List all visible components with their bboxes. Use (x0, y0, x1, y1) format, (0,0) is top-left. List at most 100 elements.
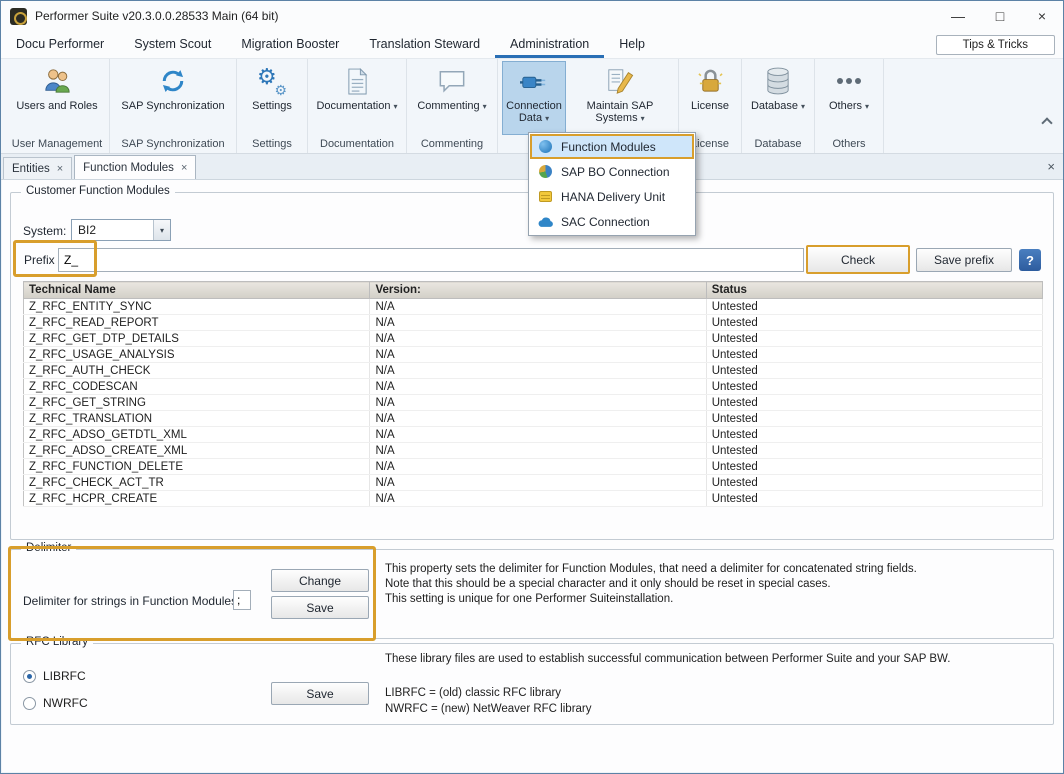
close-button[interactable]: × (1021, 1, 1063, 31)
comment-bubble-icon (438, 65, 466, 97)
cloud-icon (537, 214, 553, 230)
menu-item-label: SAC Connection (561, 215, 650, 229)
documentation-button[interactable]: Documentation (312, 61, 402, 135)
ribbon-group-label: Database (746, 135, 810, 153)
tab-function-modules[interactable]: Function Modules × (74, 155, 196, 179)
ribbon-group-documentation: Documentation Documentation (308, 59, 407, 153)
settings-button[interactable]: ⚙⚙ Settings (241, 61, 303, 135)
sap-synchronization-button[interactable]: SAP Synchronization (114, 61, 232, 135)
table-cell-technical-name: Z_RFC_CODESCAN (24, 379, 370, 395)
users-icon (42, 65, 72, 97)
change-delimiter-button[interactable]: Change (271, 569, 369, 592)
close-tab-strip-icon[interactable]: × (1047, 159, 1055, 174)
menu-item-hana-delivery-unit[interactable]: HANA Delivery Unit (530, 184, 694, 209)
ribbon-group-label: Others (819, 135, 879, 153)
description-line: This property sets the delimiter for Fun… (385, 562, 917, 577)
ribbon-group-label: Commenting (411, 135, 493, 153)
column-technical-name[interactable]: Technical Name (24, 282, 370, 299)
table-row[interactable]: Z_RFC_FUNCTION_DELETEN/AUntested (24, 459, 1043, 475)
license-button[interactable]: License (683, 61, 737, 135)
delimiter-group: Delimiter Delimiter for strings in Funct… (10, 549, 1054, 639)
nwrfc-radio[interactable]: NWRFC (23, 696, 88, 710)
table-cell-technical-name: Z_RFC_HCPR_CREATE (24, 491, 370, 507)
save-prefix-button[interactable]: Save prefix (916, 248, 1012, 272)
tab-close-icon[interactable]: × (57, 164, 63, 174)
ribbon-item-label: Commenting (417, 100, 486, 113)
function-modules-page: Customer Function Modules System: BI2 ▾ … (2, 180, 1064, 772)
maintain-sap-systems-button[interactable]: Maintain SAP Systems (566, 61, 674, 135)
menu-item-sac-connection[interactable]: SAC Connection (530, 209, 694, 234)
group-title: Delimiter (21, 542, 76, 554)
table-row[interactable]: Z_RFC_GET_DTP_DETAILSN/AUntested (24, 331, 1043, 347)
table-row[interactable]: Z_RFC_ENTITY_SYNCN/AUntested (24, 299, 1043, 315)
menu-tab-help[interactable]: Help (604, 32, 660, 58)
commenting-button[interactable]: Commenting (411, 61, 493, 135)
ribbon-item-label: License (691, 100, 729, 112)
tab-close-icon[interactable]: × (181, 163, 187, 173)
menu-tab-docu-performer[interactable]: Docu Performer (1, 32, 119, 58)
column-status[interactable]: Status (706, 282, 1042, 299)
hana-delivery-unit-icon (537, 189, 553, 205)
table-row[interactable]: Z_RFC_AUTH_CHECKN/AUntested (24, 363, 1043, 379)
table-cell-technical-name: Z_RFC_ENTITY_SYNC (24, 299, 370, 315)
table-row[interactable]: Z_RFC_HCPR_CREATEN/AUntested (24, 491, 1043, 507)
table-cell-status: Untested (706, 363, 1042, 379)
table-cell-status: Untested (706, 331, 1042, 347)
app-logo-icon (10, 8, 27, 25)
table-cell-version: N/A (370, 491, 706, 507)
ribbon-item-label: Users and Roles (16, 100, 97, 112)
group-title: RFC Library (21, 636, 93, 648)
table-row[interactable]: Z_RFC_CODESCANN/AUntested (24, 379, 1043, 395)
connection-data-menu: Function Modules SAP BO Connection HANA … (528, 132, 696, 236)
ribbon-item-label: Settings (252, 100, 292, 112)
table-cell-version: N/A (370, 475, 706, 491)
table-row[interactable]: Z_RFC_ADSO_CREATE_XMLN/AUntested (24, 443, 1043, 459)
ellipsis-icon (837, 65, 861, 97)
menu-tab-migration-booster[interactable]: Migration Booster (226, 32, 354, 58)
delimiter-input[interactable] (233, 590, 251, 610)
ribbon-group-user-management: Users and Roles User Management (5, 59, 110, 153)
table-cell-status: Untested (706, 475, 1042, 491)
table-row[interactable]: Z_RFC_CHECK_ACT_TRN/AUntested (24, 475, 1043, 491)
save-rfc-library-button[interactable]: Save (271, 682, 369, 705)
radio-unselected-icon (23, 697, 36, 710)
ribbon-group-sap-synchronization: SAP Synchronization SAP Synchronization (110, 59, 237, 153)
menu-item-function-modules[interactable]: Function Modules (530, 134, 694, 159)
table-row[interactable]: Z_RFC_GET_STRINGN/AUntested (24, 395, 1043, 411)
others-button[interactable]: Others (819, 61, 879, 135)
menu-tab-administration[interactable]: Administration (495, 32, 604, 58)
table-row[interactable]: Z_RFC_ADSO_GETDTL_XMLN/AUntested (24, 427, 1043, 443)
menu-tab-translation-steward[interactable]: Translation Steward (354, 32, 495, 58)
save-delimiter-button[interactable]: Save (271, 596, 369, 619)
connection-data-button[interactable]: Connection Data (502, 61, 566, 135)
ribbon-group-others: Others Others (815, 59, 884, 153)
minimize-button[interactable]: — (937, 1, 979, 31)
users-and-roles-button[interactable]: Users and Roles (9, 61, 105, 135)
tab-entities[interactable]: Entities × (3, 157, 72, 179)
check-button[interactable]: Check (806, 245, 910, 274)
system-combobox[interactable]: BI2 ▾ (71, 219, 171, 241)
license-lock-icon (697, 65, 724, 97)
prefix-input[interactable] (58, 248, 804, 272)
table-row[interactable]: Z_RFC_TRANSLATIONN/AUntested (24, 411, 1043, 427)
menu-bar: Docu Performer System Scout Migration Bo… (1, 31, 1063, 59)
chevron-down-icon[interactable]: ▾ (153, 220, 170, 240)
database-button[interactable]: Database (746, 61, 810, 135)
function-modules-table: Technical Name Version: Status Z_RFC_ENT… (23, 281, 1043, 507)
librfc-radio[interactable]: LIBRFC (23, 669, 86, 683)
help-icon[interactable]: ? (1019, 249, 1041, 271)
table-row[interactable]: Z_RFC_READ_REPORTN/AUntested (24, 315, 1043, 331)
menu-item-label: Function Modules (561, 140, 656, 154)
column-version[interactable]: Version: (370, 282, 706, 299)
menu-tab-system-scout[interactable]: System Scout (119, 32, 226, 58)
collapse-ribbon-icon[interactable] (1039, 115, 1055, 129)
table-cell-status: Untested (706, 395, 1042, 411)
table-cell-technical-name: Z_RFC_USAGE_ANALYSIS (24, 347, 370, 363)
table-cell-status: Untested (706, 459, 1042, 475)
menu-item-sap-bo-connection[interactable]: SAP BO Connection (530, 159, 694, 184)
table-row[interactable]: Z_RFC_USAGE_ANALYSISN/AUntested (24, 347, 1043, 363)
tips-tricks-button[interactable]: Tips & Tricks (936, 35, 1055, 55)
table-cell-version: N/A (370, 443, 706, 459)
sap-bo-globe-icon (537, 164, 553, 180)
maximize-button[interactable]: □ (979, 1, 1021, 31)
